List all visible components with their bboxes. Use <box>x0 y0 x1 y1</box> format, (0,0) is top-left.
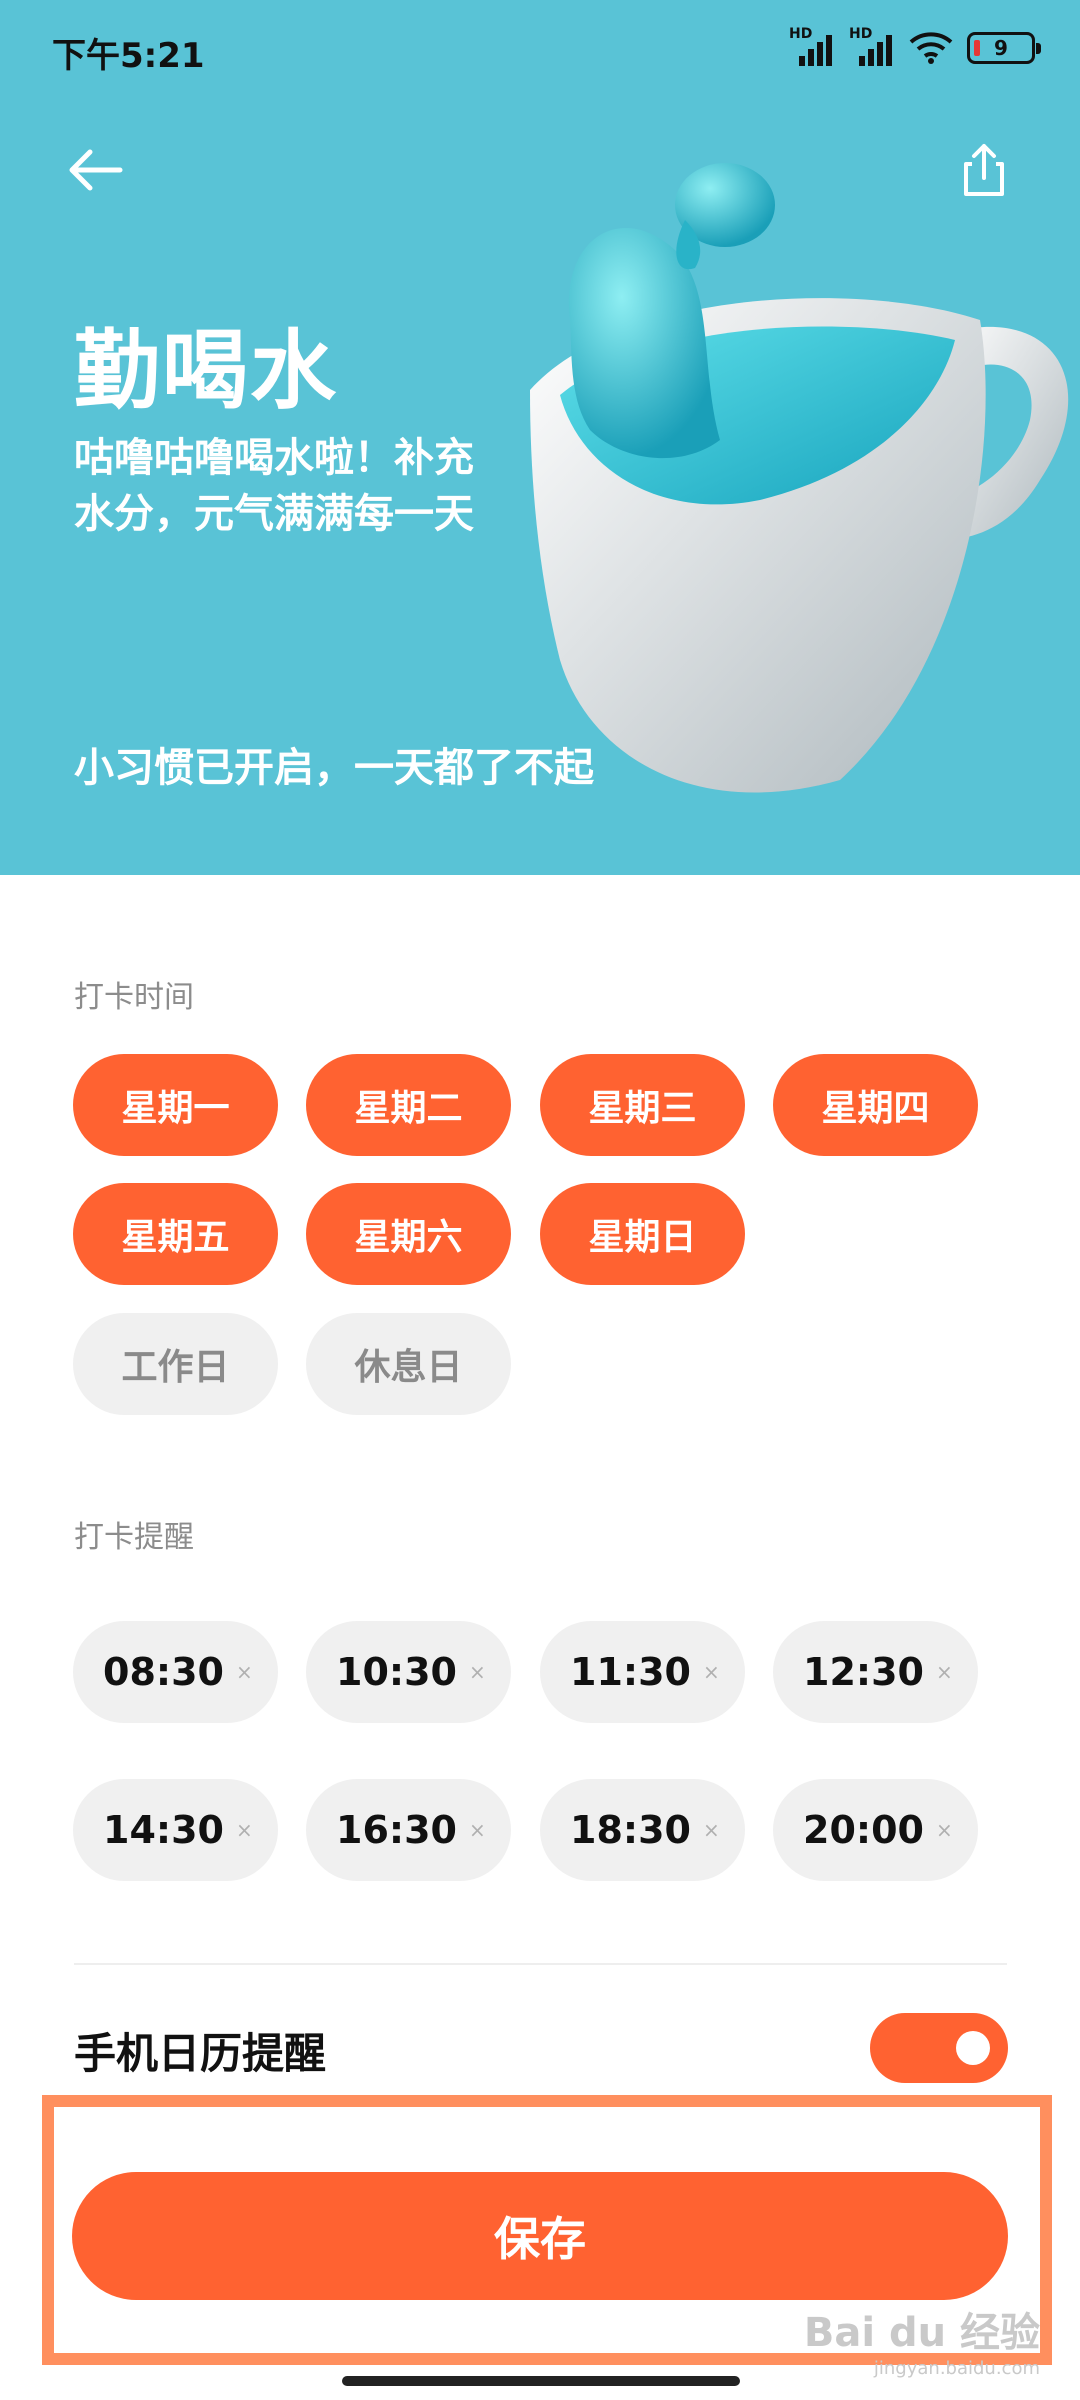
reminder-time-chip[interactable]: 12:30 × <box>773 1621 978 1723</box>
remove-reminder-icon[interactable]: × <box>469 1660 486 1684</box>
remove-reminder-icon[interactable]: × <box>703 1660 720 1684</box>
water-cup-illustration <box>530 163 1069 793</box>
day-chip-sunday[interactable]: 星期日 <box>540 1183 745 1285</box>
reminder-time: 20:00 <box>803 1808 924 1852</box>
save-button[interactable]: 保存 <box>72 2172 1008 2300</box>
reminder-time-chip[interactable]: 14:30 × <box>73 1779 278 1881</box>
page-subtitle: 咕噜咕噜喝水啦！补充水分，元气满满每一天 <box>74 435 474 537</box>
day-chip-restdays[interactable]: 休息日 <box>306 1313 511 1415</box>
reminder-time: 10:30 <box>336 1650 457 1694</box>
reminder-time: 08:30 <box>103 1650 224 1694</box>
reminder-time: 16:30 <box>336 1808 457 1852</box>
battery-icon: 9 <box>967 32 1041 64</box>
reminder-time: 14:30 <box>103 1808 224 1852</box>
reminder-time-chip[interactable]: 08:30 × <box>73 1621 278 1723</box>
remove-reminder-icon[interactable]: × <box>236 1660 253 1684</box>
checkin-days-label: 打卡时间 <box>74 980 194 1015</box>
reminder-time-chip[interactable]: 11:30 × <box>540 1621 745 1723</box>
reminder-time-chip[interactable]: 16:30 × <box>306 1779 511 1881</box>
remove-reminder-icon[interactable]: × <box>703 1818 720 1842</box>
header-banner: 下午5:21 HD HD 9 勤喝水 咕噜咕噜喝水啦！补充水分，元气满满每一天 … <box>0 0 1080 875</box>
status-time: 下午5:21 <box>52 36 205 76</box>
day-chip-saturday[interactable]: 星期六 <box>306 1183 511 1285</box>
day-chip-wednesday[interactable]: 星期三 <box>540 1054 745 1156</box>
day-chip-friday[interactable]: 星期五 <box>73 1183 278 1285</box>
reminders-label: 打卡提醒 <box>74 1520 194 1555</box>
page-title: 勤喝水 <box>74 321 338 421</box>
reminder-time-chip[interactable]: 20:00 × <box>773 1779 978 1881</box>
status-icons: HD HD 9 <box>789 26 1041 68</box>
home-indicator[interactable] <box>342 2376 740 2386</box>
signal-label: HD <box>849 26 873 42</box>
reminder-time-chip[interactable]: 18:30 × <box>540 1779 745 1881</box>
reminder-time-chip[interactable]: 10:30 × <box>306 1621 511 1723</box>
day-chip-workdays[interactable]: 工作日 <box>73 1313 278 1415</box>
wifi-icon <box>909 32 953 64</box>
watermark-url: jingyan.baidu.com <box>873 2358 1040 2379</box>
day-chip-thursday[interactable]: 星期四 <box>773 1054 978 1156</box>
back-button[interactable] <box>62 140 132 200</box>
day-chip-tuesday[interactable]: 星期二 <box>306 1054 511 1156</box>
back-arrow-icon <box>69 149 123 191</box>
signal-icon: HD <box>849 26 895 66</box>
day-chip-monday[interactable]: 星期一 <box>73 1054 278 1156</box>
calendar-reminder-toggle[interactable] <box>870 2013 1008 2083</box>
remove-reminder-icon[interactable]: × <box>469 1818 486 1842</box>
calendar-reminder-label: 手机日历提醒 <box>74 2029 327 2078</box>
status-bar: 下午5:21 HD HD 9 <box>0 0 1080 100</box>
remove-reminder-icon[interactable]: × <box>936 1818 953 1842</box>
section-divider <box>74 1963 1007 1965</box>
watermark: Bai du 经验 jingyan.baidu.com <box>804 2300 1040 2379</box>
remove-reminder-icon[interactable]: × <box>236 1818 253 1842</box>
signal-label: HD <box>789 26 813 42</box>
watermark-logo: Bai du 经验 <box>803 2310 1040 2356</box>
remove-reminder-icon[interactable]: × <box>936 1660 953 1684</box>
signal-icon: HD <box>789 26 835 66</box>
toggle-knob <box>956 2031 990 2065</box>
reminder-time: 12:30 <box>803 1650 924 1694</box>
reminder-time: 18:30 <box>570 1808 691 1852</box>
battery-level: 9 <box>994 36 1008 60</box>
reminder-time: 11:30 <box>570 1650 691 1694</box>
